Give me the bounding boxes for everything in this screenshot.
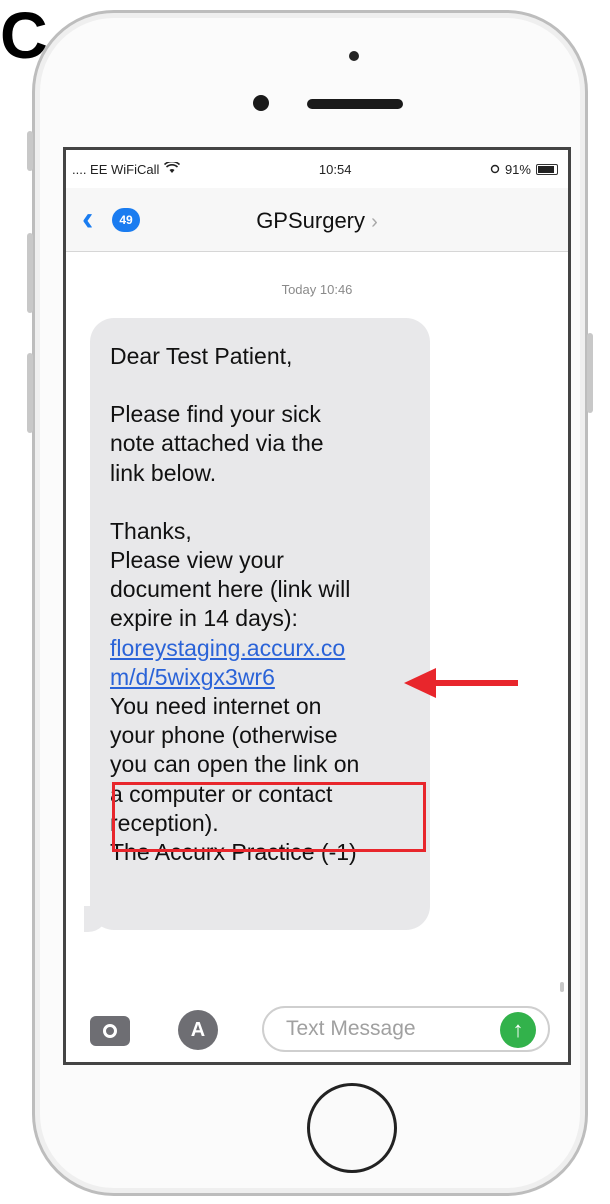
- volume-up-button: [27, 233, 33, 313]
- status-left: .... EE WiFiCall: [72, 160, 181, 177]
- message-bubble: Dear Test Patient, Please find your sick…: [90, 318, 430, 930]
- message-line: link below.: [110, 459, 217, 486]
- home-button[interactable]: [307, 1083, 397, 1173]
- message-greeting: Dear Test Patient,: [110, 343, 293, 369]
- message-line: document here (link will: [110, 576, 351, 603]
- status-time: 10:54: [318, 161, 352, 177]
- link-highlight-box: [112, 782, 426, 852]
- message-input-bar: A ↑: [66, 996, 568, 1062]
- camera-icon[interactable]: [90, 1016, 130, 1046]
- message-line: You need internet on: [110, 693, 322, 720]
- message-line: Please view your: [110, 547, 284, 574]
- document-link[interactable]: floreystaging.accurx.co: [110, 634, 416, 663]
- power-button: [587, 333, 593, 413]
- battery-percent: 91%: [504, 161, 531, 177]
- message-gap: [110, 371, 416, 400]
- message-line: your phone (otherwise: [110, 722, 338, 749]
- carrier-label: .... EE WiFiCall: [72, 161, 160, 177]
- message-line: expire in 14 days):: [110, 605, 298, 632]
- volume-down-button: [27, 353, 33, 433]
- scrollbar[interactable]: [560, 982, 564, 992]
- status-bar: .... EE WiFiCall 10:54 91%: [66, 150, 568, 188]
- location-icon: [490, 162, 500, 177]
- status-right: 91%: [490, 162, 558, 177]
- front-camera: [253, 95, 269, 111]
- document-link[interactable]: m/d/5wixgx3wr6: [110, 663, 416, 692]
- left-arrow-icon: [404, 668, 436, 698]
- message-line: Thanks,: [110, 517, 192, 544]
- conversation-header: ‹ 49 GPSurgery ›: [66, 188, 568, 252]
- wifi-icon: [164, 160, 181, 177]
- proximity-sensor: [349, 51, 359, 61]
- send-arrow-icon[interactable]: ↑: [500, 1012, 536, 1048]
- message-line: you can open the link on: [110, 751, 360, 778]
- battery-level: [537, 165, 555, 173]
- arrow-shaft: [436, 680, 518, 686]
- message-gap: [110, 488, 416, 517]
- battery-icon: [535, 163, 558, 175]
- contact-name[interactable]: GPSurgery ›: [66, 208, 568, 234]
- earpiece-speaker: [307, 99, 403, 109]
- chevron-right-icon: ›: [371, 211, 378, 233]
- message-line: note attached via the: [110, 430, 324, 457]
- mute-switch: [27, 131, 33, 171]
- camera-lens: [103, 1024, 117, 1038]
- phone-screen: .... EE WiFiCall 10:54 91% ‹ 49 GPSurger…: [63, 147, 571, 1065]
- message-line: Please find your sick: [110, 401, 321, 428]
- message-timestamp: Today 10:46: [281, 282, 353, 297]
- app-store-icon[interactable]: A: [178, 1010, 218, 1050]
- contact-name-label: GPSurgery: [256, 208, 366, 233]
